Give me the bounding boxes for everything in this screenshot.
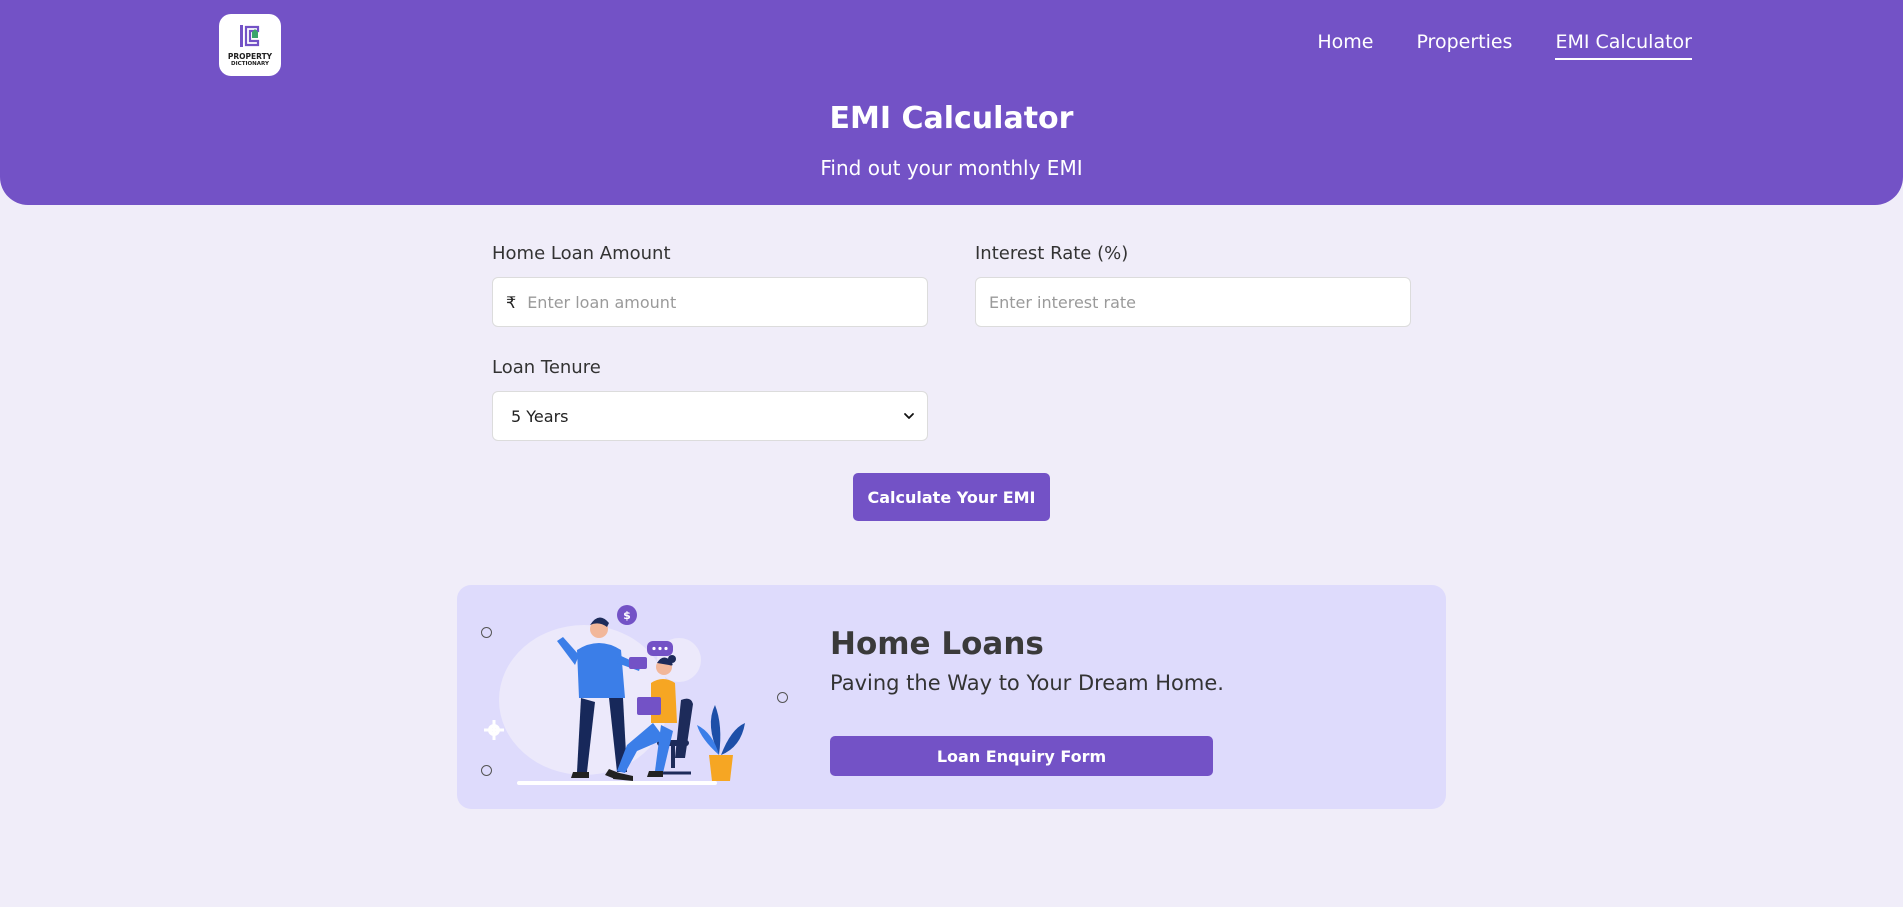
page-title: EMI Calculator bbox=[829, 101, 1074, 136]
loan-amount-placeholder: Enter loan amount bbox=[527, 292, 677, 312]
nav-link-home[interactable]: Home bbox=[1317, 28, 1373, 60]
chevron-down-icon bbox=[904, 413, 914, 419]
interest-rate-label: Interest Rate (%) bbox=[975, 243, 1129, 264]
svg-text:$: $ bbox=[623, 609, 631, 622]
site-logo[interactable]: PROPERTY DICTIONARY bbox=[219, 14, 281, 76]
loan-amount-label: Home Loan Amount bbox=[492, 243, 671, 264]
logo-mark-icon bbox=[240, 25, 260, 47]
decorative-circle-2 bbox=[481, 765, 492, 776]
decorative-circle-3 bbox=[777, 692, 788, 703]
logo-text-line1: PROPERTY bbox=[227, 52, 273, 61]
loan-tenure-selected: 5 Years bbox=[511, 406, 569, 426]
loan-enquiry-button[interactable]: Loan Enquiry Form bbox=[830, 736, 1213, 776]
rupee-icon: ₹ bbox=[506, 292, 517, 312]
logo-text-line2: DICTIONARY bbox=[231, 61, 269, 67]
interest-rate-placeholder: Enter interest rate bbox=[989, 292, 1136, 312]
nav-link-emi-calculator[interactable]: EMI Calculator bbox=[1555, 28, 1692, 60]
home-loans-subtitle: Paving the Way to Your Dream Home. bbox=[830, 671, 1224, 695]
nav-link-properties[interactable]: Properties bbox=[1416, 28, 1512, 60]
page-subtitle: Find out your monthly EMI bbox=[820, 156, 1083, 180]
home-loans-card: $ Home Loans Paving the Way to Your Drea… bbox=[457, 585, 1446, 809]
calculate-emi-button[interactable]: Calculate Your EMI bbox=[853, 473, 1050, 521]
home-loans-title: Home Loans bbox=[830, 626, 1044, 662]
interest-rate-input[interactable]: Enter interest rate bbox=[975, 277, 1411, 327]
site-header: PROPERTY DICTIONARY Home Properties EMI … bbox=[0, 0, 1903, 205]
main-nav: Home Properties EMI Calculator bbox=[1317, 28, 1692, 60]
loan-tenure-label: Loan Tenure bbox=[492, 357, 601, 378]
gear-icon bbox=[484, 720, 504, 740]
loan-illustration: $ bbox=[484, 605, 745, 785]
loan-tenure-select[interactable]: 5 Years bbox=[492, 391, 928, 441]
decorative-circle-1 bbox=[481, 627, 492, 638]
loan-amount-input[interactable]: ₹ Enter loan amount bbox=[492, 277, 928, 327]
